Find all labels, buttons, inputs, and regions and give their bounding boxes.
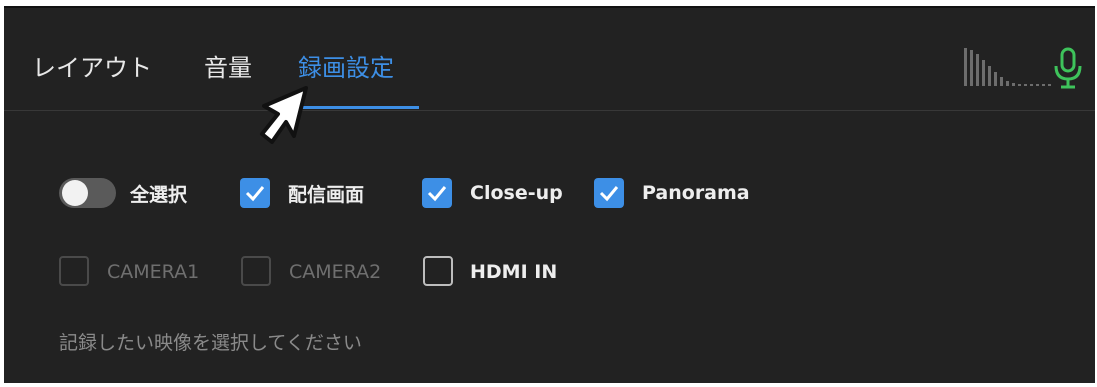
camera1-label: CAMERA1 xyxy=(107,261,200,283)
select-all-label: 全選択 xyxy=(130,184,188,206)
camera2-label: CAMERA2 xyxy=(289,261,382,283)
tab-recording-settings[interactable]: 録画設定 xyxy=(298,48,394,83)
tab-layout[interactable]: レイアウト xyxy=(32,48,152,83)
microphone-icon[interactable] xyxy=(1052,46,1084,90)
mouse-pointer-icon xyxy=(260,86,308,144)
hdmi-in-label: HDMI IN xyxy=(470,261,558,283)
checkbox-stream-screen[interactable] xyxy=(240,178,270,208)
checkbox-camera2[interactable] xyxy=(241,256,271,286)
toggle-knob xyxy=(62,180,88,206)
checkbox-hdmi-in[interactable] xyxy=(423,256,453,286)
checkbox-camera1[interactable] xyxy=(59,256,89,286)
selection-hint-text: 記録したい映像を選択してください xyxy=(59,332,362,354)
tab-volume[interactable]: 音量 xyxy=(204,48,252,83)
check-icon xyxy=(599,186,619,202)
check-icon xyxy=(427,186,447,202)
tab-bar: レイアウト 音量 録画設定 xyxy=(4,6,1095,111)
checkbox-panorama[interactable] xyxy=(594,178,624,208)
stream-screen-label: 配信画面 xyxy=(288,184,365,206)
audio-level-meter-icon xyxy=(964,48,1051,86)
panorama-label: Panorama xyxy=(642,182,750,204)
checkbox-close-up[interactable] xyxy=(422,178,452,208)
select-all-toggle[interactable] xyxy=(59,178,116,208)
check-icon xyxy=(245,186,265,202)
recording-settings-panel: レイアウト 音量 録画設定 全選択 配信画面 Close-up Panorama… xyxy=(4,6,1095,383)
close-up-label: Close-up xyxy=(470,182,563,204)
